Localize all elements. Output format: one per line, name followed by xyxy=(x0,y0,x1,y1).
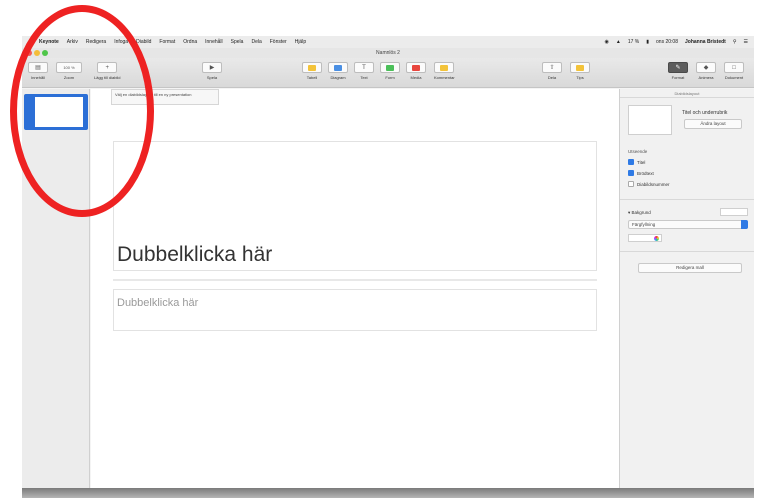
menu-view[interactable]: Innehåll xyxy=(205,39,223,45)
body-placeholder-box[interactable]: Dubbelklicka här xyxy=(113,289,597,331)
title-placeholder-box[interactable]: Dubbelklicka här xyxy=(113,141,597,271)
comment-icon xyxy=(440,64,449,71)
layout-name: Titel och underrubrik xyxy=(682,110,728,116)
user-name[interactable]: Johanna Bristedt xyxy=(685,39,726,45)
appearance-heading: Utseende xyxy=(628,149,648,154)
table-tool[interactable]: Tabell xyxy=(302,62,322,80)
status-area: ◉ ▲ 17 % ▮ ons 20:08 Johanna Bristedt ⚲ … xyxy=(598,39,754,45)
body-placeholder[interactable]: Dubbelklicka här xyxy=(117,297,198,309)
comment-button[interactable] xyxy=(434,62,455,73)
volume-icon[interactable]: ▲ xyxy=(616,39,621,45)
chart-tool[interactable]: Diagram xyxy=(328,62,348,80)
menu-share[interactable]: Dela xyxy=(251,39,261,45)
menu-play[interactable]: Spela xyxy=(231,39,244,45)
fill-type-select[interactable]: Färgfyllning xyxy=(628,220,748,229)
wifi-icon[interactable]: ◉ xyxy=(605,39,609,45)
slide-canvas[interactable]: Välj en diabildslayout till en ny presen… xyxy=(91,89,619,488)
inspector-divider xyxy=(620,199,754,200)
shape-icon xyxy=(386,64,394,71)
clock[interactable]: ons 20:08 xyxy=(656,39,678,45)
document-button[interactable]: □ xyxy=(724,62,744,73)
menu-format[interactable]: Format xyxy=(159,39,175,45)
red-annotation-circle xyxy=(10,5,154,217)
share-button[interactable]: ⇧ xyxy=(542,62,562,73)
menu-help[interactable]: Hjälp xyxy=(295,39,306,45)
tips-button[interactable] xyxy=(570,62,590,73)
title-checkbox-row[interactable]: Titel xyxy=(628,159,645,165)
tips-tool[interactable]: Tips xyxy=(570,62,590,80)
body-checkbox-row[interactable]: Brödtext xyxy=(628,170,654,176)
share-tool[interactable]: ⇧ Dela xyxy=(542,62,562,80)
body-checkbox[interactable] xyxy=(628,170,634,176)
notification-icon[interactable]: ☰ xyxy=(744,39,748,45)
background-disclosure[interactable]: ▾ Bakgrund xyxy=(628,210,651,216)
text-tool[interactable]: T Text xyxy=(354,62,374,80)
title-checkbox[interactable] xyxy=(628,159,634,165)
background-swatch[interactable] xyxy=(720,208,748,216)
inspector-header: Diabildslayout xyxy=(620,89,754,98)
inspector-divider xyxy=(620,251,754,252)
layout-thumbnail[interactable] xyxy=(628,105,672,135)
slide-number-checkbox-row[interactable]: Diabildsnummer xyxy=(628,181,670,187)
comment-tool[interactable]: Kommentar xyxy=(434,62,455,80)
battery-icon[interactable]: ▮ xyxy=(646,39,649,45)
play-button[interactable]: ▶ xyxy=(202,62,222,73)
animate-tool[interactable]: ◆ Animera xyxy=(696,62,716,80)
shape-tool[interactable]: Form xyxy=(380,62,400,80)
document-tool[interactable]: □ Dokument xyxy=(724,62,744,80)
screen-bottom-shadow xyxy=(22,488,754,498)
table-icon xyxy=(308,64,316,71)
color-wheel-icon[interactable] xyxy=(654,236,659,241)
format-tool[interactable]: ✎ Format xyxy=(668,62,688,80)
media-icon xyxy=(412,64,420,71)
battery-percent[interactable]: 17 % xyxy=(628,39,639,45)
tips-icon xyxy=(576,64,584,71)
table-button[interactable] xyxy=(302,62,322,73)
slide-number-checkbox[interactable] xyxy=(628,181,634,187)
media-tool[interactable]: Media xyxy=(406,62,426,80)
menu-window[interactable]: Fönster xyxy=(270,39,287,45)
play-tool[interactable]: ▶ Spela xyxy=(202,62,222,80)
animate-button[interactable]: ◆ xyxy=(696,62,716,73)
chart-button[interactable] xyxy=(328,62,348,73)
spotlight-icon[interactable]: ⚲ xyxy=(733,39,737,45)
format-button[interactable]: ✎ xyxy=(668,62,688,73)
chart-icon xyxy=(334,64,342,71)
edit-master-button[interactable]: Redigera mall xyxy=(638,263,742,273)
media-button[interactable] xyxy=(406,62,426,73)
menu-arrange[interactable]: Ordna xyxy=(183,39,197,45)
change-layout-button[interactable]: Ändra layout xyxy=(684,119,742,129)
title-placeholder[interactable]: Dubbelklicka här xyxy=(117,243,272,267)
format-inspector: Diabildslayout Titel och underrubrik Änd… xyxy=(619,89,754,488)
text-button[interactable]: T xyxy=(354,62,374,73)
divider xyxy=(113,279,597,281)
window-title: Namnlös 2 xyxy=(376,50,400,56)
color-well[interactable] xyxy=(628,234,662,242)
shape-button[interactable] xyxy=(380,62,400,73)
select-arrow-icon xyxy=(741,220,748,229)
